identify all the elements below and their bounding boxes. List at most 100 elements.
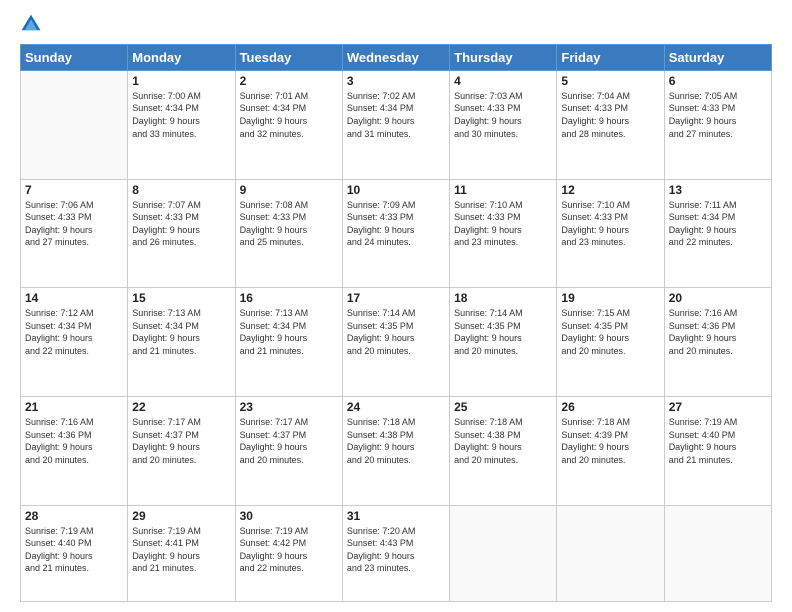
cell-info: Sunrise: 7:09 AM Sunset: 4:33 PM Dayligh… [347,199,445,249]
day-number: 10 [347,183,445,197]
day-number: 22 [132,400,230,414]
header [20,16,772,36]
calendar-cell: 23Sunrise: 7:17 AM Sunset: 4:37 PM Dayli… [235,396,342,505]
cell-info: Sunrise: 7:18 AM Sunset: 4:38 PM Dayligh… [347,416,445,466]
calendar-cell: 21 Sunrise: 7:16 AM Sunset: 4:36 PM Dayli… [21,396,128,505]
calendar-cell: 5 Sunrise: 7:04 AM Sunset: 4:33 PM Daylig… [557,70,664,179]
day-number: 1 [132,74,230,88]
day-number: 12 [561,183,659,197]
cell-info: Sunrise: 7:08 AM Sunset: 4:33 PM Dayligh… [240,199,338,249]
weekday-header-thursday: Thursday [450,44,557,70]
calendar-cell: 10 Sunrise: 7:09 AM Sunset: 4:33 PM Dayli… [342,179,449,288]
cell-info: Sunrise: 7:14 AM Sunset: 4:35 PM Dayligh… [347,307,445,357]
cell-info: Sunrise: 7:01 AM Sunset: 4:34 PM Dayligh… [240,90,338,140]
calendar-cell: 30 Sunrise: 7:19 AM Sunset: 4:42 PM Dayli… [235,505,342,601]
cell-info: Sunrise: 7:00 AM Sunset: 4:34 PM Dayligh… [132,90,230,140]
cell-info: Sunrise: 7:17 AM Sunset: 4:37 PM Dayligh… [132,416,230,466]
cell-info: Sunrise: 7:06 AM Sunset: 4:33 PM Dayligh… [25,199,123,249]
day-number: 26 [561,400,659,414]
day-number: 20 [669,291,767,305]
day-number: 16 [240,291,338,305]
calendar-cell [450,505,557,601]
cell-info: Sunrise: 7:14 AM Sunset: 4:35 PM Dayligh… [454,307,552,357]
calendar-cell: 14Sunrise: 7:12 AM Sunset: 4:34 PM Dayli… [21,288,128,397]
calendar-cell: 31Sunrise: 7:20 AM Sunset: 4:43 PM Dayli… [342,505,449,601]
day-number: 29 [132,509,230,523]
day-number: 21 [25,400,123,414]
calendar-cell: 3 Sunrise: 7:02 AM Sunset: 4:34 PM Daylig… [342,70,449,179]
cell-info: Sunrise: 7:05 AM Sunset: 4:33 PM Dayligh… [669,90,767,140]
cell-info: Sunrise: 7:19 AM Sunset: 4:40 PM Dayligh… [25,525,123,575]
cell-info: Sunrise: 7:12 AM Sunset: 4:34 PM Dayligh… [25,307,123,357]
day-number: 25 [454,400,552,414]
day-number: 27 [669,400,767,414]
calendar-cell: 9Sunrise: 7:08 AM Sunset: 4:33 PM Daylig… [235,179,342,288]
day-number: 18 [454,291,552,305]
calendar-table: SundayMondayTuesdayWednesdayThursdayFrid… [20,44,772,602]
cell-info: Sunrise: 7:13 AM Sunset: 4:34 PM Dayligh… [240,307,338,357]
day-number: 15 [132,291,230,305]
cell-info: Sunrise: 7:02 AM Sunset: 4:34 PM Dayligh… [347,90,445,140]
calendar-cell: 26Sunrise: 7:18 AM Sunset: 4:39 PM Dayli… [557,396,664,505]
calendar-cell: 7 Sunrise: 7:06 AM Sunset: 4:33 PM Daylig… [21,179,128,288]
day-number: 17 [347,291,445,305]
day-number: 28 [25,509,123,523]
calendar-cell [664,505,771,601]
weekday-header-tuesday: Tuesday [235,44,342,70]
day-number: 11 [454,183,552,197]
calendar-cell: 12 Sunrise: 7:10 AM Sunset: 4:33 PM Dayli… [557,179,664,288]
calendar-cell: 11Sunrise: 7:10 AM Sunset: 4:33 PM Dayli… [450,179,557,288]
calendar-cell: 20Sunrise: 7:16 AM Sunset: 4:36 PM Dayli… [664,288,771,397]
cell-info: Sunrise: 7:04 AM Sunset: 4:33 PM Dayligh… [561,90,659,140]
calendar-cell: 25Sunrise: 7:18 AM Sunset: 4:38 PM Dayli… [450,396,557,505]
calendar-cell: 28 Sunrise: 7:19 AM Sunset: 4:40 PM Dayli… [21,505,128,601]
day-number: 24 [347,400,445,414]
weekday-header-wednesday: Wednesday [342,44,449,70]
calendar-cell: 18 Sunrise: 7:14 AM Sunset: 4:35 PM Dayli… [450,288,557,397]
cell-info: Sunrise: 7:19 AM Sunset: 4:41 PM Dayligh… [132,525,230,575]
day-number: 7 [25,183,123,197]
week-row-3: 14Sunrise: 7:12 AM Sunset: 4:34 PM Dayli… [21,288,772,397]
day-number: 5 [561,74,659,88]
day-number: 19 [561,291,659,305]
day-number: 8 [132,183,230,197]
calendar-cell: 29 Sunrise: 7:19 AM Sunset: 4:41 PM Dayli… [128,505,235,601]
cell-info: Sunrise: 7:15 AM Sunset: 4:35 PM Dayligh… [561,307,659,357]
calendar-cell: 17 Sunrise: 7:14 AM Sunset: 4:35 PM Dayli… [342,288,449,397]
cell-info: Sunrise: 7:07 AM Sunset: 4:33 PM Dayligh… [132,199,230,249]
logo [20,16,44,36]
weekday-header-saturday: Saturday [664,44,771,70]
weekday-header-monday: Monday [128,44,235,70]
cell-info: Sunrise: 7:13 AM Sunset: 4:34 PM Dayligh… [132,307,230,357]
week-row-4: 21 Sunrise: 7:16 AM Sunset: 4:36 PM Dayli… [21,396,772,505]
day-number: 3 [347,74,445,88]
cell-info: Sunrise: 7:10 AM Sunset: 4:33 PM Dayligh… [561,199,659,249]
cell-info: Sunrise: 7:16 AM Sunset: 4:36 PM Dayligh… [25,416,123,466]
calendar-cell: 4 Sunrise: 7:03 AM Sunset: 4:33 PM Daylig… [450,70,557,179]
day-number: 13 [669,183,767,197]
day-number: 23 [240,400,338,414]
week-row-1: 1 Sunrise: 7:00 AM Sunset: 4:34 PM Daylig… [21,70,772,179]
cell-info: Sunrise: 7:11 AM Sunset: 4:34 PM Dayligh… [669,199,767,249]
cell-info: Sunrise: 7:03 AM Sunset: 4:33 PM Dayligh… [454,90,552,140]
cell-info: Sunrise: 7:19 AM Sunset: 4:42 PM Dayligh… [240,525,338,575]
weekday-header-row: SundayMondayTuesdayWednesdayThursdayFrid… [21,44,772,70]
calendar-cell: 19 Sunrise: 7:15 AM Sunset: 4:35 PM Dayli… [557,288,664,397]
calendar-cell: 22 Sunrise: 7:17 AM Sunset: 4:37 PM Dayli… [128,396,235,505]
cell-info: Sunrise: 7:19 AM Sunset: 4:40 PM Dayligh… [669,416,767,466]
calendar-cell: 1 Sunrise: 7:00 AM Sunset: 4:34 PM Daylig… [128,70,235,179]
week-row-5: 28 Sunrise: 7:19 AM Sunset: 4:40 PM Dayli… [21,505,772,601]
day-number: 6 [669,74,767,88]
calendar-cell: 2Sunrise: 7:01 AM Sunset: 4:34 PM Daylig… [235,70,342,179]
day-number: 30 [240,509,338,523]
day-number: 31 [347,509,445,523]
calendar-cell: 27 Sunrise: 7:19 AM Sunset: 4:40 PM Dayli… [664,396,771,505]
day-number: 4 [454,74,552,88]
calendar-cell [21,70,128,179]
calendar-cell: 8 Sunrise: 7:07 AM Sunset: 4:33 PM Daylig… [128,179,235,288]
calendar-cell: 13 Sunrise: 7:11 AM Sunset: 4:34 PM Dayli… [664,179,771,288]
calendar-cell: 6 Sunrise: 7:05 AM Sunset: 4:33 PM Daylig… [664,70,771,179]
calendar-cell: 15 Sunrise: 7:13 AM Sunset: 4:34 PM Dayli… [128,288,235,397]
week-row-2: 7 Sunrise: 7:06 AM Sunset: 4:33 PM Daylig… [21,179,772,288]
weekday-header-friday: Friday [557,44,664,70]
